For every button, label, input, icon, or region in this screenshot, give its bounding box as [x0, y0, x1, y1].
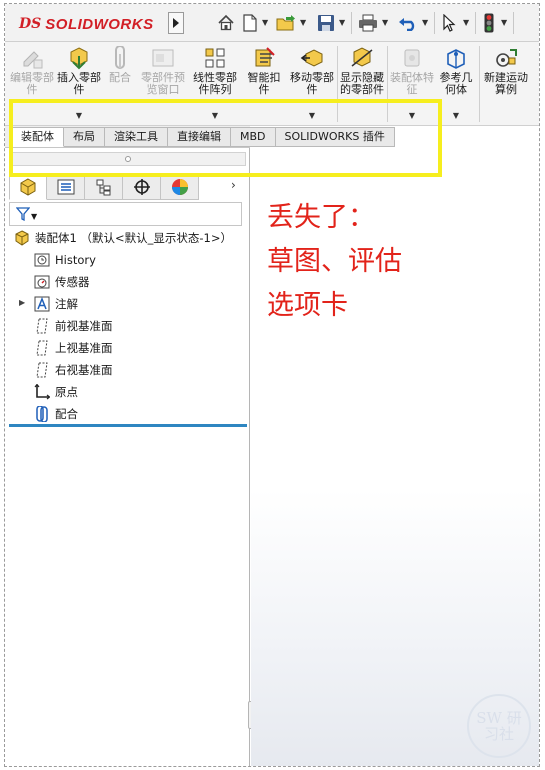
quick-access-separator	[351, 12, 352, 34]
edit-component-label: 编辑零部件	[10, 72, 54, 96]
show-hidden-icon	[351, 47, 373, 67]
show-hidden-label: 显示隐藏的零部件	[340, 72, 384, 96]
plane-icon	[33, 339, 51, 357]
tree-item-label: 注解	[55, 297, 78, 311]
tree-item-label: 配合	[55, 407, 78, 421]
undo-icon[interactable]	[397, 12, 419, 34]
new-dropdown-caret-icon[interactable]: ▼	[262, 18, 268, 27]
smart-fasteners-icon	[255, 47, 275, 67]
ds-logo-mark: DS	[19, 16, 42, 32]
new-document-icon[interactable]	[241, 12, 259, 34]
rebuild-dropdown-caret-icon[interactable]: ▼	[501, 18, 507, 27]
quick-access-separator	[475, 12, 476, 34]
component-preview-icon	[152, 49, 174, 67]
expand-annotations-arrow-icon[interactable]: ▶	[19, 298, 25, 307]
tree-item-origin[interactable]: 原点	[33, 382, 78, 402]
open-icon[interactable]	[275, 12, 297, 34]
mates-folder-icon	[33, 405, 51, 423]
tree-item-label: 右视基准面	[55, 363, 113, 377]
assembly-features-label: 装配体特征	[390, 72, 434, 96]
tree-item-right-plane[interactable]: 右视基准面	[33, 360, 113, 380]
assembly-icon	[13, 229, 31, 247]
move-component-icon	[300, 49, 323, 67]
feature-manager-icon[interactable]	[9, 174, 47, 200]
display-manager-icon[interactable]	[161, 174, 199, 200]
new-motion-study-button[interactable]: 新建运动算例	[481, 44, 531, 124]
tree-item-label: 传感器	[55, 275, 90, 289]
tree-item-top-plane[interactable]: 上视基准面	[33, 338, 113, 358]
tree-item-label: History	[55, 253, 96, 267]
plane-icon	[33, 317, 51, 335]
edit-component-icon	[23, 51, 43, 69]
tree-item-mates[interactable]: 配合	[33, 404, 78, 424]
insert-components-icon	[70, 47, 88, 70]
tree-item-history[interactable]: History	[33, 250, 96, 270]
save-icon[interactable]	[315, 12, 337, 34]
watermark-seal: SW 研习社	[467, 694, 531, 758]
annotation-line-3: 选项卡	[267, 290, 348, 321]
mate-label: 配合	[109, 72, 131, 84]
plane-icon	[33, 361, 51, 379]
reference-geometry-icon	[447, 49, 465, 69]
tree-item-annotations[interactable]: 注解	[33, 294, 78, 314]
highlight-box	[9, 99, 442, 177]
configuration-manager-icon[interactable]	[85, 174, 123, 200]
manager-tabs-more-chevron-icon[interactable]: ›	[231, 178, 236, 192]
solidworks-logo: DS SOLIDWORKS	[19, 12, 154, 36]
title-bar: DS SOLIDWORKS ▼ ▼ ▼ ▼ ▼ ▼ ▼	[5, 4, 539, 42]
linear-pattern-label: 线性零部件阵列	[193, 72, 237, 96]
filter-icon[interactable]	[16, 207, 30, 221]
tree-item-label: 前视基准面	[55, 319, 113, 333]
tree-root-assembly[interactable]: 装配体1 （默认<默认_显示状态-1>）	[13, 228, 232, 248]
sensors-icon	[33, 273, 51, 291]
property-manager-icon[interactable]	[47, 174, 85, 200]
insert-components-label: 插入零部件	[57, 72, 101, 96]
tree-item-sensors[interactable]: 传感器	[33, 272, 90, 292]
move-component-label: 移动零部件	[290, 72, 334, 96]
tree-item-front-plane[interactable]: 前视基准面	[33, 316, 113, 336]
annotation-line-2: 草图、评估	[267, 246, 402, 277]
filter-dropdown-caret-icon[interactable]: ▼	[31, 212, 37, 221]
mate-icon	[115, 46, 125, 69]
select-dropdown-caret-icon[interactable]: ▼	[463, 18, 469, 27]
assembly-features-icon	[404, 49, 420, 67]
new-motion-study-icon	[496, 49, 517, 67]
open-dropdown-caret-icon[interactable]: ▼	[300, 18, 306, 27]
print-icon[interactable]	[357, 12, 379, 34]
solidworks-wordmark: SOLIDWORKS	[45, 15, 154, 33]
traffic-light-icon[interactable]	[481, 12, 497, 34]
manager-tabs	[9, 174, 199, 200]
annotation-text: 丢失了： 草图、评估 选项卡	[267, 196, 402, 328]
linear-pattern-icon	[205, 48, 225, 68]
origin-icon	[33, 383, 51, 401]
quick-access-separator	[513, 12, 514, 34]
print-dropdown-caret-icon[interactable]: ▼	[382, 18, 388, 27]
quick-access-separator	[434, 12, 435, 34]
annotation-line-1: 丢失了：	[267, 202, 375, 233]
feature-manager-pane: › ▼ 装配体1 （默认<默认_显示状态-1>） History 传感器 ▶ 注…	[5, 148, 258, 766]
smart-fasteners-label: 智能扣件	[247, 72, 281, 96]
home-icon[interactable]	[215, 12, 237, 34]
tree-item-label: 原点	[55, 385, 78, 399]
tree-root-label: 装配体1 （默认<默认_显示状态-1>）	[35, 231, 232, 245]
save-dropdown-caret-icon[interactable]: ▼	[339, 18, 345, 27]
tree-item-label: 上视基准面	[55, 341, 113, 355]
select-pointer-icon[interactable]	[439, 12, 459, 34]
undo-dropdown-caret-icon[interactable]: ▼	[422, 18, 428, 27]
component-preview-label: 零部件预览窗口	[141, 72, 185, 96]
expand-menu-arrow-icon[interactable]	[168, 12, 184, 34]
tree-filter[interactable]: ▼	[9, 202, 242, 226]
ribbon-separator	[479, 46, 480, 122]
dimxpert-icon[interactable]	[123, 174, 161, 200]
solidworks-window: DS SOLIDWORKS ▼ ▼ ▼ ▼ ▼ ▼ ▼ 编辑零部件 插入零部件 …	[4, 3, 540, 767]
reference-geometry-label: 参考几何体	[439, 72, 473, 96]
annotations-icon	[33, 295, 51, 313]
tree-rollback-bar[interactable]	[9, 424, 247, 427]
new-motion-study-label: 新建运动算例	[484, 72, 528, 96]
history-icon	[33, 251, 51, 269]
